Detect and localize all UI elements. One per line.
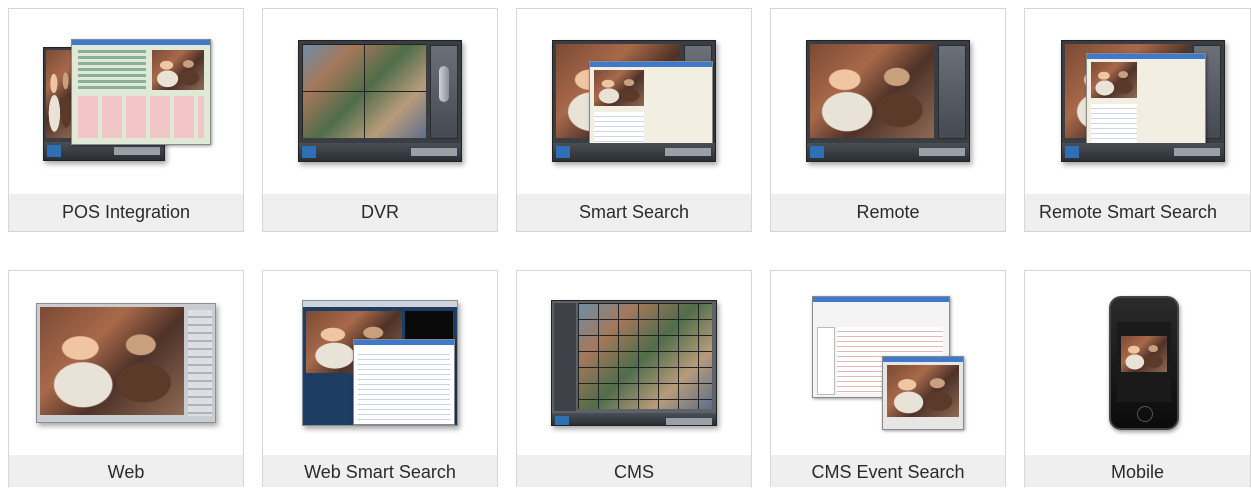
- tile-label: POS Integration: [9, 194, 243, 231]
- tile-smart-search[interactable]: Smart Search: [516, 8, 752, 232]
- tile-cms-event-search[interactable]: CMS Event Search: [770, 270, 1006, 487]
- tile-web-smart-search[interactable]: Web Smart Search: [262, 270, 498, 487]
- pos-integration-screenshot: [9, 9, 243, 193]
- remote-smart-search-screenshot: [1025, 9, 1250, 193]
- tile-label: DVR: [263, 194, 497, 231]
- web-smart-search-screenshot: [263, 271, 497, 455]
- tile-cms[interactable]: CMS: [516, 270, 752, 487]
- tile-remote[interactable]: Remote: [770, 8, 1006, 232]
- tile-remote-smart-search[interactable]: Remote Smart Search: [1024, 8, 1251, 232]
- tile-mobile[interactable]: Mobile: [1024, 270, 1251, 487]
- tile-label: Mobile: [1025, 455, 1250, 487]
- remote-screenshot: [771, 9, 1005, 193]
- cms-event-search-screenshot: [771, 271, 1005, 455]
- web-screenshot: [9, 271, 243, 455]
- tile-label: CMS Event Search: [771, 455, 1005, 487]
- cms-screenshot: [517, 271, 751, 455]
- tile-label: Smart Search: [517, 194, 751, 231]
- tile-label: Remote: [771, 194, 1005, 231]
- tile-label: CMS: [517, 455, 751, 487]
- tile-web[interactable]: Web: [8, 270, 244, 487]
- tile-label: Web Smart Search: [263, 455, 497, 487]
- tile-label: Remote Smart Search: [1025, 194, 1250, 231]
- mobile-screenshot: [1025, 271, 1250, 455]
- smart-search-screenshot: [517, 9, 751, 193]
- tile-pos-integration[interactable]: POS Integration: [8, 8, 244, 232]
- tile-label: Web: [9, 455, 243, 487]
- tile-dvr[interactable]: DVR: [262, 8, 498, 232]
- dvr-screenshot: [263, 9, 497, 193]
